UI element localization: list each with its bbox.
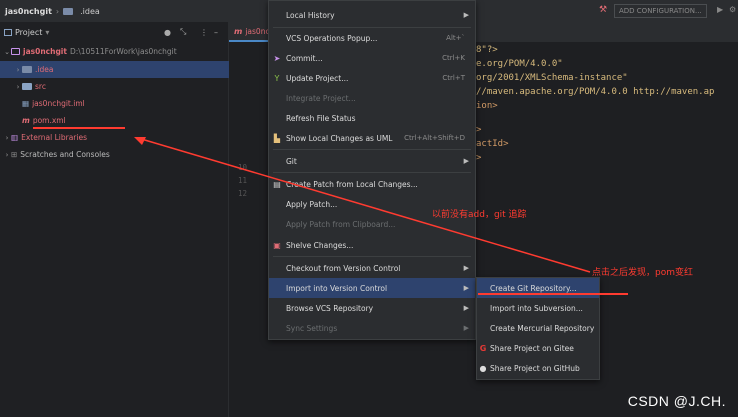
- annotation-note: 以前没有add，git 追踪: [432, 210, 527, 220]
- arrow-line: [137, 137, 591, 273]
- watermark: CSDN @J.CH.: [627, 393, 726, 409]
- arrow-head: [134, 137, 146, 145]
- ide-window: jas0nchgit › .idea Project ▾ ● ⤡ ⋮ – ⌄ j…: [0, 0, 738, 417]
- annotation-note: 点击之后发现，pom变红: [592, 268, 693, 278]
- annotation-overlay: [33, 127, 628, 295]
